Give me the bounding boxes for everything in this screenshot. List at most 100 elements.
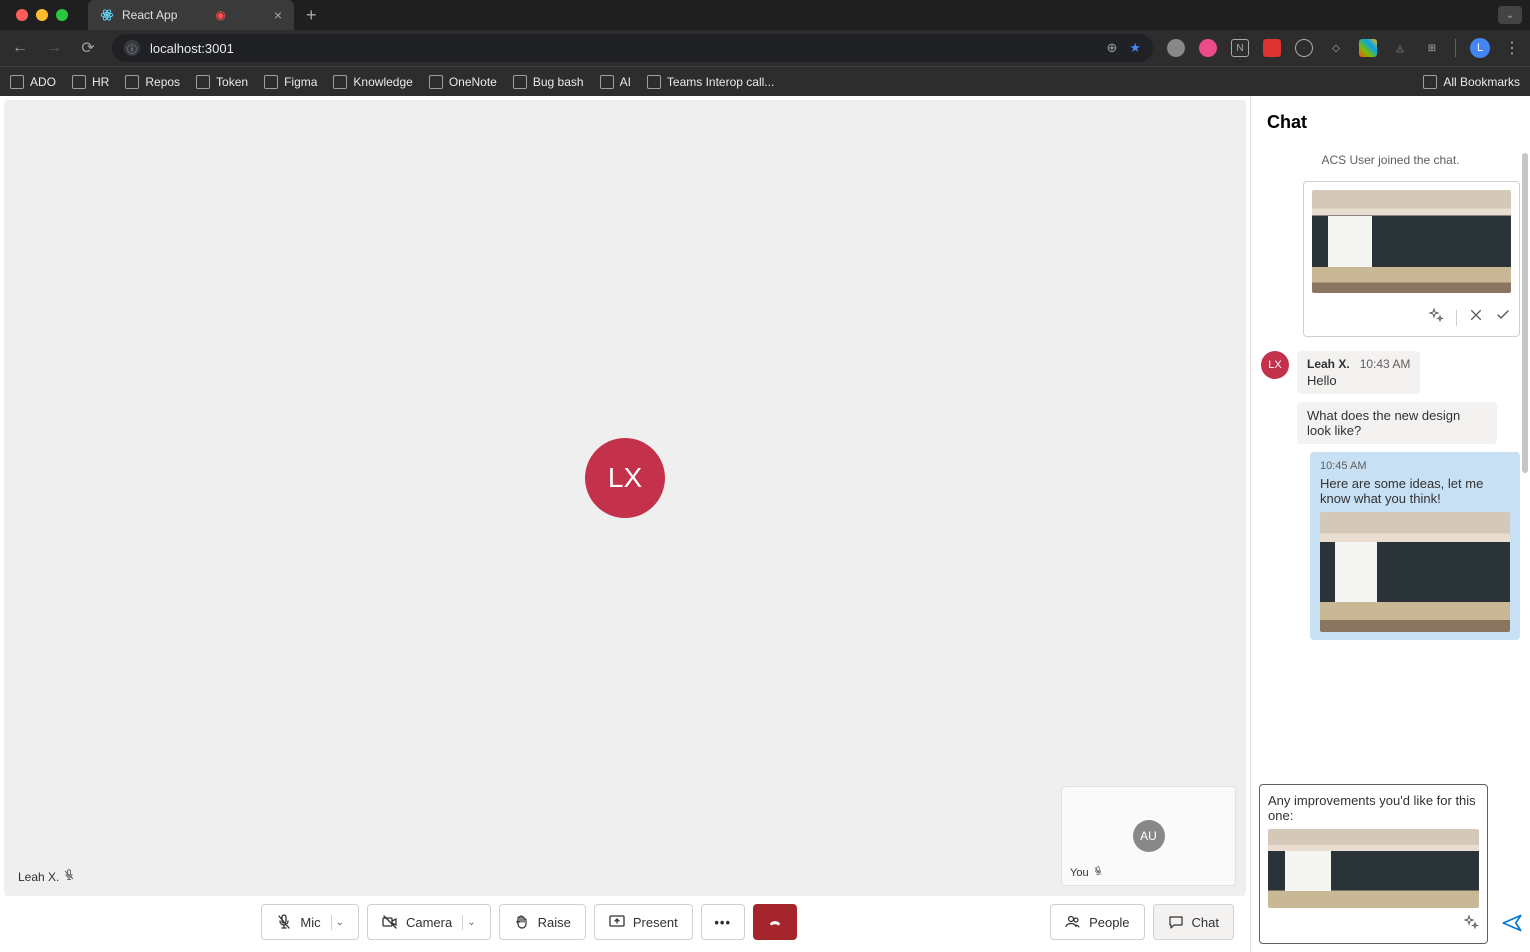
mic-muted-icon [63,869,75,884]
image-card[interactable] [1303,181,1520,337]
chevron-down-icon[interactable]: ⌄ [336,917,344,928]
sparkle-icon[interactable] [1428,307,1444,328]
raise-hand-button[interactable]: Raise [499,904,586,940]
more-icon: ••• [714,915,731,930]
extensions: N ◇ ◬ ⊞ [1167,39,1441,57]
message-bubble[interactable]: 10:45 AM Here are some ideas, let me kno… [1310,452,1520,640]
message-bubble[interactable]: What does the new design look like? [1297,402,1497,444]
bookmark-teams[interactable]: Teams Interop call... [647,75,774,89]
bookmark-ado[interactable]: ADO [10,75,56,89]
hangup-button[interactable] [753,904,797,940]
message-incoming: What does the new design look like? [1297,402,1520,444]
chat-panel: Chat ACS User joined the chat. [1250,96,1530,952]
new-tab-button[interactable]: + [306,5,317,26]
self-avatar: AU [1133,820,1165,852]
tab-close-icon[interactable]: × [274,7,282,23]
ext-icon-6[interactable]: ◇ [1327,39,1345,57]
window-close[interactable] [16,9,28,21]
recording-indicator: ◉ [215,8,225,22]
message-text: Here are some ideas, let me know what yo… [1320,476,1510,506]
message-outgoing: 10:45 AM Here are some ideas, let me kno… [1261,452,1520,640]
self-video-tile[interactable]: AU You [1061,786,1236,886]
window-minimize[interactable] [36,9,48,21]
attachment-image[interactable] [1320,512,1510,632]
system-message: ACS User joined the chat. [1261,153,1520,167]
participant-name-label: Leah X. [18,869,75,884]
present-button[interactable]: Present [594,904,693,940]
bookmark-ai[interactable]: AI [600,75,631,89]
install-app-icon[interactable]: ⊕ [1106,40,1117,56]
bookmark-hr[interactable]: HR [72,75,109,89]
sender-name: Leah X. [1307,357,1350,371]
compose-attachment-image[interactable] [1268,829,1479,908]
bookmark-onenote[interactable]: OneNote [429,75,497,89]
bookmark-bugbash[interactable]: Bug bash [513,75,584,89]
reload-button[interactable]: ⟳ [78,38,98,58]
chevron-down-icon[interactable]: ⌄ [467,917,475,928]
cancel-icon[interactable] [1469,308,1483,327]
chat-messages[interactable]: ACS User joined the chat. [1251,143,1530,776]
mic-muted-icon [1093,866,1103,879]
chat-title: Chat [1251,96,1530,143]
more-button[interactable]: ••• [701,904,745,940]
window-maximize[interactable] [56,9,68,21]
bookmark-figma[interactable]: Figma [264,75,317,89]
bookmark-bar: ADO HR Repos Token Figma Knowledge OneNo… [0,66,1530,96]
participant-avatar: LX [585,438,665,518]
message-text: What does the new design look like? [1307,408,1487,438]
attachment-image[interactable] [1312,190,1511,293]
camera-off-icon [382,914,398,930]
bookmark-token[interactable]: Token [196,75,248,89]
chat-icon [1168,914,1184,930]
main-video-tile[interactable]: LX Leah X. AU You [4,100,1246,896]
ext-icon-2[interactable] [1199,39,1217,57]
confirm-icon[interactable] [1495,307,1511,328]
sparkle-icon[interactable] [1463,914,1479,935]
tab-bar: React App ◉ × + ⌄ [0,0,1530,30]
tabs-dropdown-icon[interactable]: ⌄ [1498,6,1522,24]
ext-icon-1[interactable] [1167,39,1185,57]
message-time: 10:43 AM [1360,357,1411,371]
ext-icon-3[interactable]: N [1231,39,1249,57]
all-bookmarks[interactable]: All Bookmarks [1423,75,1520,89]
browser-tab[interactable]: React App ◉ × [88,0,294,30]
ext-icon-8[interactable]: ◬ [1391,39,1409,57]
message-text: Hello [1307,373,1410,388]
people-button[interactable]: People [1050,904,1144,940]
hand-icon [514,914,530,930]
ext-icon-7[interactable] [1359,39,1377,57]
mic-button[interactable]: Mic ⌄ [261,904,359,940]
forward-button[interactable]: → [44,39,64,57]
send-button[interactable] [1502,913,1522,952]
chat-button[interactable]: Chat [1153,904,1234,940]
message-time: 10:45 AM [1320,460,1510,472]
react-icon [100,8,114,22]
bookmark-star-icon[interactable]: ★ [1129,40,1141,56]
profile-avatar[interactable]: L [1470,38,1490,58]
self-name-label: You [1070,866,1103,879]
video-area: LX Leah X. AU You [0,96,1250,952]
extensions-menu-icon[interactable]: ⊞ [1423,39,1441,57]
hangup-icon [768,914,782,930]
camera-button[interactable]: Camera ⌄ [367,904,491,940]
people-icon [1065,914,1081,930]
compose-box[interactable]: Any improvements you'd like for this one… [1259,784,1488,944]
ext-icon-5[interactable] [1295,39,1313,57]
tab-title: React App [122,8,177,22]
site-info-icon[interactable]: ⓘ [124,40,140,56]
address-bar[interactable]: ⓘ localhost:3001 ⊕ ★ [112,34,1153,62]
ext-icon-4[interactable] [1263,39,1281,57]
scrollbar[interactable] [1522,153,1528,473]
sender-avatar: LX [1261,351,1289,379]
share-screen-icon [609,914,625,930]
compose-input[interactable]: Any improvements you'd like for this one… [1268,793,1479,823]
back-button[interactable]: ← [10,39,30,57]
url-text: localhost:3001 [150,41,234,56]
message-bubble[interactable]: Leah X. 10:43 AM Hello [1297,351,1420,394]
browser-menu-icon[interactable]: ⋮ [1504,38,1520,58]
message-incoming: LX Leah X. 10:43 AM Hello [1261,351,1520,394]
mic-off-icon [276,914,292,930]
bookmark-repos[interactable]: Repos [125,75,180,89]
bookmark-knowledge[interactable]: Knowledge [333,75,412,89]
nav-bar: ← → ⟳ ⓘ localhost:3001 ⊕ ★ N ◇ ◬ ⊞ L ⋮ [0,30,1530,66]
